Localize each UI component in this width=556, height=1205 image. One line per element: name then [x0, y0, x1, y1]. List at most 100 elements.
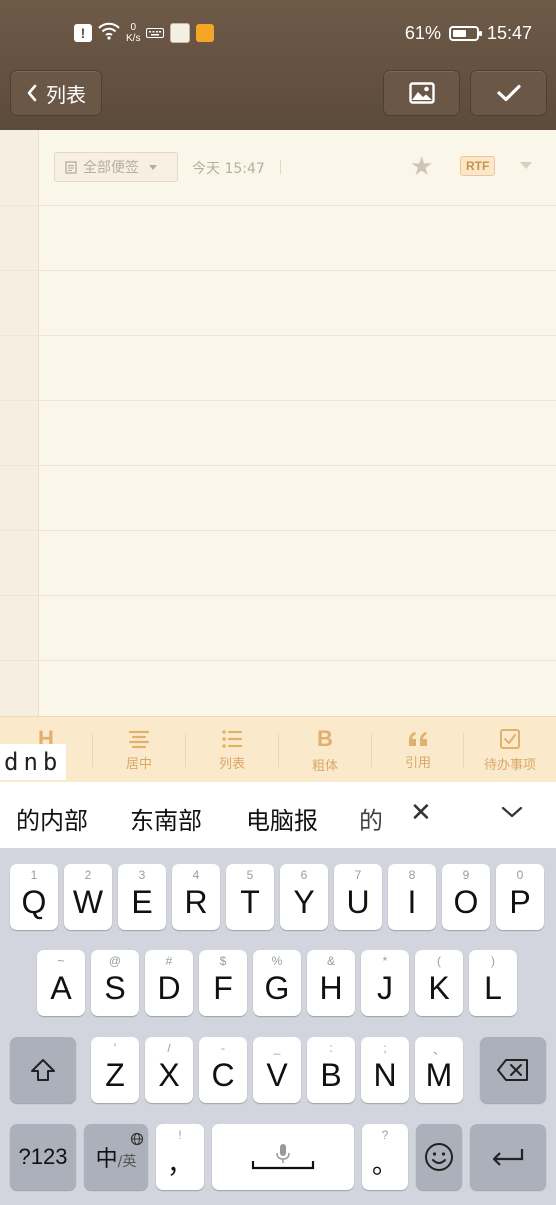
backspace-key[interactable]	[480, 1037, 546, 1103]
shift-key[interactable]	[10, 1037, 76, 1103]
key-s[interactable]: @ S	[91, 950, 139, 1016]
key-b[interactable]: :B	[307, 1037, 355, 1103]
note-icon	[65, 160, 77, 174]
chevron-down-icon	[149, 164, 157, 170]
key-u[interactable]: 7U	[334, 864, 382, 930]
chevron-left-icon	[27, 84, 37, 102]
key-p[interactable]: 0P	[496, 864, 544, 930]
notes-app-icon	[170, 23, 191, 43]
ime-composing-text: dnb	[0, 744, 67, 780]
key-f[interactable]: $ F	[199, 950, 247, 1016]
candidate-item[interactable]: 东南部	[130, 801, 202, 836]
note-line	[0, 530, 556, 531]
key-k[interactable]: (K	[415, 950, 463, 1016]
key-e[interactable]: 3E	[118, 864, 166, 930]
status-icons: ! 0 K/s	[74, 22, 215, 44]
divider	[280, 160, 281, 174]
list-icon	[222, 729, 243, 748]
globe-icon	[130, 1126, 144, 1152]
format-toolbar: H 居中 列表 B 粗体 引用 待办事项	[0, 716, 556, 782]
check-icon	[496, 84, 521, 102]
numbers-key[interactable]: ?123	[10, 1124, 76, 1190]
backspace-icon	[497, 1059, 528, 1081]
battery-percent: 61%	[404, 23, 441, 43]
image-icon	[408, 82, 435, 104]
wifi-icon	[98, 22, 120, 44]
checkbox-icon	[500, 728, 520, 749]
note-editor[interactable]: 全部便签 今天 15:47 ★ RTF	[0, 130, 556, 716]
key-z[interactable]: ' Z	[91, 1037, 139, 1103]
key-v[interactable]: _ V	[253, 1037, 301, 1103]
status-bar: ! 0 K/s 61% 15:47	[0, 0, 556, 56]
period-key[interactable]: ?。	[362, 1124, 408, 1190]
list-button[interactable]: 列表	[186, 717, 278, 783]
key-g[interactable]: % G	[253, 950, 301, 1016]
back-label: 列表	[46, 82, 86, 107]
note-date: 今天 15:47	[192, 161, 265, 177]
rtf-badge[interactable]: RTF	[460, 156, 496, 176]
note-line	[0, 270, 556, 271]
key-d[interactable]: # D	[145, 950, 193, 1016]
comma-key[interactable]: !，	[156, 1124, 204, 1190]
key-t[interactable]: 5T	[226, 864, 274, 930]
emoji-key[interactable]	[416, 1124, 462, 1190]
key-q[interactable]: 1Q	[10, 864, 58, 930]
candidate-item[interactable]: 的内部	[16, 801, 88, 836]
key-o[interactable]: 9O	[442, 864, 490, 930]
battery-fill	[452, 30, 467, 37]
bold-label: 粗体	[311, 758, 338, 774]
note-meta-bar: 全部便签 今天 15:47 ★ RTF	[54, 152, 556, 184]
key-r[interactable]: 4R	[172, 864, 220, 930]
key-h[interactable]: & H	[307, 950, 355, 1016]
key-n[interactable]: ; N	[361, 1037, 409, 1103]
star-icon[interactable]: ★	[410, 152, 433, 182]
key-l[interactable]: ) L	[469, 950, 517, 1016]
done-button[interactable]	[470, 70, 547, 116]
key-y[interactable]: 6Y	[280, 864, 328, 930]
key-c[interactable]: -C	[199, 1037, 247, 1103]
keyboard-icon	[146, 24, 165, 43]
candidate-item[interactable]: 的	[359, 801, 381, 836]
close-icon[interactable]: ✕	[410, 798, 432, 828]
bold-icon: B	[317, 725, 333, 751]
quote-label: 引用	[404, 755, 431, 771]
note-line	[0, 465, 556, 466]
orange-app-icon	[196, 24, 215, 42]
shift-icon	[31, 1059, 55, 1081]
key-m[interactable]: 、 M	[415, 1037, 463, 1103]
back-to-list-button[interactable]: 列表	[10, 70, 102, 116]
quote-icon	[409, 731, 427, 746]
candidate-item[interactable]: 电脑报	[246, 801, 318, 836]
note-line	[0, 660, 556, 661]
folder-selector[interactable]: 全部便签	[54, 152, 178, 182]
quote-button[interactable]: 引用	[372, 717, 464, 783]
clock: 15:47	[486, 23, 532, 43]
key-i[interactable]: 8I	[388, 864, 436, 930]
bold-button[interactable]: B 粗体	[279, 717, 371, 783]
chevron-down-icon[interactable]	[500, 804, 524, 824]
key-w[interactable]: 2W	[64, 864, 112, 930]
note-line	[0, 595, 556, 596]
insert-image-button[interactable]	[383, 70, 460, 116]
ime-candidate-bar: 的内部 东南部 电脑报 的 ✕	[0, 782, 556, 848]
space-bar-icon	[251, 1141, 315, 1178]
list-label: 列表	[218, 756, 245, 772]
key-a[interactable]: ~ A	[37, 950, 85, 1016]
alert-icon: !	[74, 24, 92, 42]
net-speed: 0 K/s	[126, 22, 141, 44]
space-key[interactable]	[212, 1124, 354, 1190]
more-options-chevron-icon[interactable]	[520, 162, 532, 169]
folder-label: 全部便签	[83, 160, 139, 176]
app-header: ! 0 K/s 61% 15:47 列表	[0, 0, 556, 130]
language-switch-key[interactable]: 中/英	[84, 1124, 148, 1190]
todo-button[interactable]: 待办事项	[464, 717, 556, 783]
key-x[interactable]: / X	[145, 1037, 193, 1103]
key-j[interactable]: * J	[361, 950, 409, 1016]
enter-key[interactable]	[470, 1124, 546, 1190]
align-center-button[interactable]: 居中	[93, 717, 185, 783]
todo-label: 待办事项	[483, 757, 536, 773]
note-line	[0, 335, 556, 336]
note-line	[0, 205, 556, 206]
emoji-icon	[425, 1143, 453, 1171]
note-margin	[0, 130, 39, 716]
